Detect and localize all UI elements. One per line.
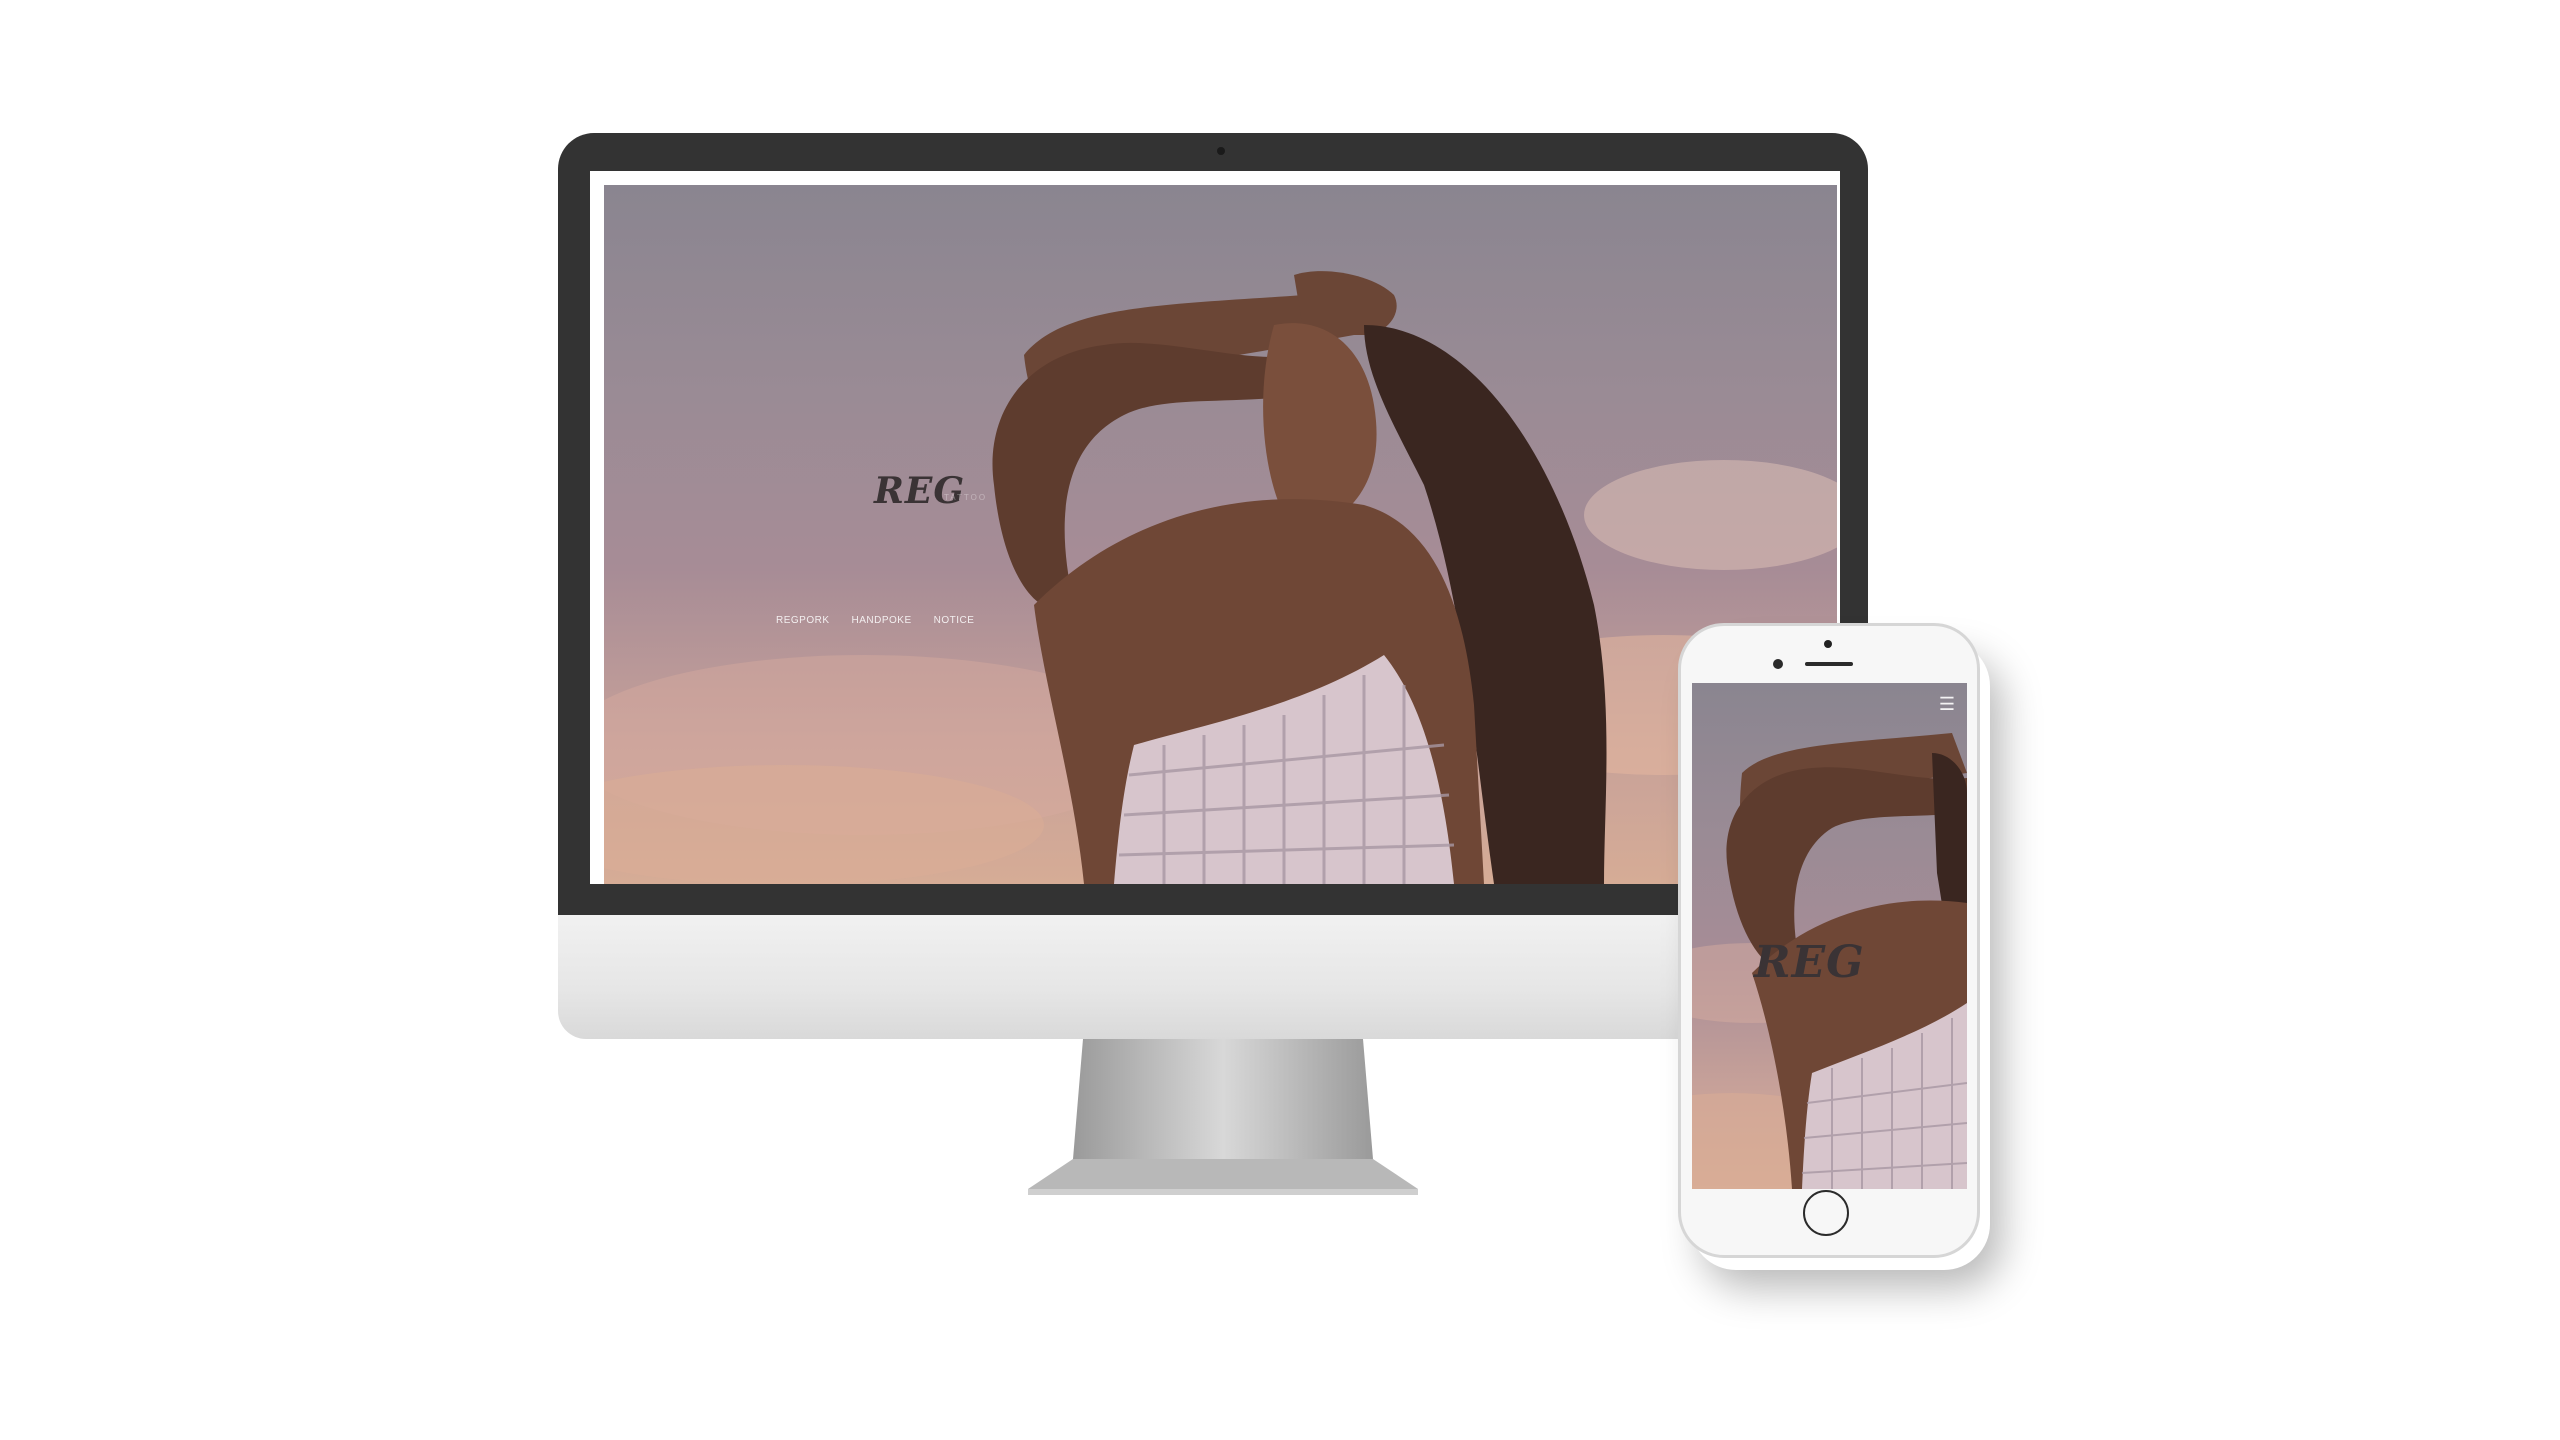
mobile-website-screen: ☰ REG bbox=[1692, 683, 1967, 1189]
imac-stand bbox=[1028, 1039, 1418, 1195]
phone-home-button[interactable] bbox=[1803, 1190, 1849, 1236]
site-logo-subtitle: TATTOO bbox=[944, 493, 988, 502]
imac-chin bbox=[558, 915, 1868, 1039]
imac-camera bbox=[1217, 147, 1225, 155]
nav-link-handpoke[interactable]: HANDPOKE bbox=[852, 615, 912, 626]
nav-link-regpork[interactable]: REGPORK bbox=[776, 615, 830, 626]
site-logo[interactable]: REG bbox=[874, 470, 965, 512]
desktop-website-screen: REG TATTOO REGPORK HANDPOKE NOTICE bbox=[604, 185, 1837, 884]
mockup-stage: REG TATTOO REGPORK HANDPOKE NOTICE ☰ REG bbox=[0, 0, 2560, 1440]
mobile-hero-image: ☰ REG bbox=[1692, 683, 1967, 1189]
mobile-site-logo[interactable]: REG bbox=[1754, 937, 1865, 988]
mobile-hero-photo-illustration bbox=[1692, 733, 1967, 1189]
site-nav: REGPORK HANDPOKE NOTICE bbox=[776, 615, 974, 626]
phone-speaker bbox=[1805, 662, 1853, 666]
phone-front-camera bbox=[1773, 659, 1783, 669]
nav-link-notice[interactable]: NOTICE bbox=[934, 615, 975, 626]
hamburger-menu-icon[interactable]: ☰ bbox=[1939, 695, 1955, 713]
hero-image: REG TATTOO REGPORK HANDPOKE NOTICE bbox=[604, 185, 1837, 884]
hero-photo-illustration bbox=[604, 271, 1837, 884]
phone-sensor bbox=[1824, 640, 1832, 648]
